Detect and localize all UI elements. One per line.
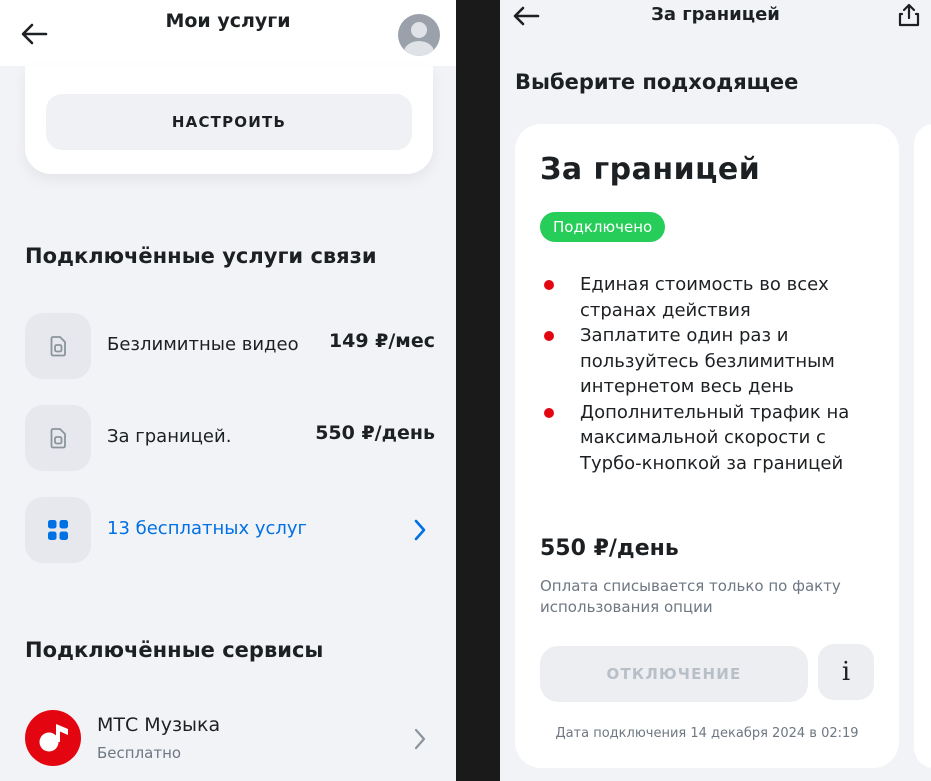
my-services-screen: Мои услуги НАСТРОИТЬ Подключённые услуги… — [0, 0, 456, 781]
offer-title: За границей — [540, 152, 761, 187]
grid-icon — [48, 520, 68, 540]
page-title: Мои услуги — [165, 10, 291, 32]
feature-item: Дополнительный трафик на максимальной ск… — [540, 400, 880, 477]
service-icon-tile — [25, 497, 91, 563]
mts-music-icon — [25, 710, 81, 766]
service-price: 149 ₽/мес — [328, 330, 435, 352]
connected-subscriptions-title: Подключённые сервисы — [25, 638, 324, 662]
service-icon-tile — [25, 405, 91, 471]
configure-button[interactable]: НАСТРОИТЬ — [46, 94, 412, 150]
service-name: Безлимитные видео — [107, 334, 299, 355]
avatar[interactable] — [398, 14, 440, 56]
choose-heading: Выберите подходящее — [515, 70, 799, 94]
sim-icon — [50, 428, 66, 449]
share-icon[interactable] — [896, 2, 922, 28]
service-icon-tile — [25, 313, 91, 379]
offer-card: За границей Подключено Единая стоимость … — [515, 124, 899, 768]
status-badge: Подключено — [540, 212, 666, 242]
chevron-right-icon — [414, 519, 426, 541]
list-item-abroad[interactable]: За границей. 550 ₽/день — [25, 405, 435, 471]
chevron-right-icon — [414, 728, 426, 750]
feature-list: Единая стоимость во всех странах действи… — [540, 272, 880, 476]
connection-date: Дата подключения 14 декабря 2024 в 02:19 — [555, 726, 859, 741]
next-offer-card[interactable] — [914, 124, 931, 768]
service-name: За границей. — [107, 426, 232, 447]
subscription-price: Бесплатно — [97, 744, 182, 762]
feature-item: Единая стоимость во всех странах действи… — [540, 272, 880, 323]
feature-item: Заплатите один раз и пользуйтесь безлими… — [540, 323, 880, 400]
list-item-unlimited-video[interactable]: Безлимитные видео 149 ₽/мес — [25, 313, 435, 379]
connected-services-title: Подключённые услуги связи — [25, 244, 377, 268]
list-item-mts-music[interactable]: МТС Музыка Бесплатно — [25, 708, 435, 774]
header: Мои услуги — [0, 0, 456, 66]
billing-note: Оплата списывается только по факту испол… — [540, 577, 841, 616]
list-item-free-services[interactable]: 13 бесплатных услуг — [25, 497, 435, 563]
settings-card: НАСТРОИТЬ — [25, 66, 433, 174]
user-icon — [404, 22, 434, 56]
offer-price: 550 ₽/день — [540, 536, 679, 561]
sim-icon — [50, 336, 66, 357]
service-price: 550 ₽/день — [315, 422, 435, 444]
screenshot-divider — [456, 0, 500, 781]
subscription-name: МТС Музыка — [97, 714, 221, 736]
page-title: За границей — [651, 4, 780, 25]
abroad-option-screen: За границей Выберите подходящее За грани… — [500, 0, 931, 781]
free-services-link[interactable]: 13 бесплатных услуг — [107, 518, 307, 539]
info-button[interactable]: i — [818, 644, 874, 700]
disable-button[interactable]: ОТКЛЮЧЕНИЕ — [540, 646, 808, 702]
